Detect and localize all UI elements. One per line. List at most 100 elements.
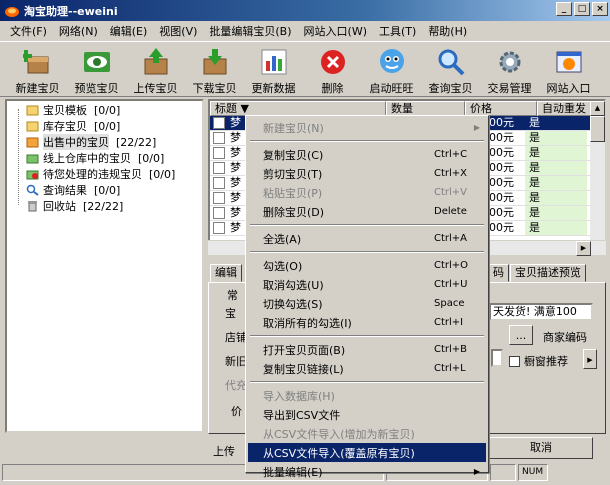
row-checkbox[interactable] [213,207,225,219]
context-menu-item: 从CSV文件导入(增加为新宝贝) [248,424,486,443]
close-button[interactable]: × [592,2,608,16]
tree-item-violations[interactable]: 待您处理的违规宝贝 [0/0] [7,166,202,182]
row-checkbox[interactable] [213,177,225,189]
side-scroll-button[interactable]: ▶ [583,349,597,369]
context-menu-item[interactable]: 从CSV文件导入(覆盖原有宝贝) [248,443,486,462]
maximize-button[interactable]: □ [574,2,590,16]
col-quantity[interactable]: 数量 [386,101,465,116]
tree-item-count: [22/22] [83,199,124,213]
row-checkbox[interactable] [213,147,225,159]
tree-item-query-results[interactable]: 查询结果 [0/0] [7,182,202,198]
menu-tools[interactable]: 工具(T) [373,23,422,39]
menu-item-label: 全选(A) [263,232,302,246]
menu-item-label: 从CSV文件导入(增加为新宝贝) [263,427,415,441]
tree-item-templates[interactable]: 宝贝模板 [0/0] [7,102,202,118]
menu-bar: 文件(F) 网络(N) 编辑(E) 视图(V) 批量编辑宝贝(B) 网站入口(W… [0,21,610,40]
col-auto-relist[interactable]: 自动重发 [537,101,594,116]
trade-manage-button[interactable]: 交易管理 [480,42,539,96]
preview-eye-icon [81,46,113,78]
template-folder-icon [25,104,39,117]
menu-edit[interactable]: 编辑(E) [104,23,154,39]
context-menu-item[interactable]: 复制宝贝(C) Ctrl+C [248,145,486,164]
context-menu-item[interactable]: 取消勾选(U) Ctrl+U [248,275,486,294]
category-tree[interactable]: 宝贝模板 [0/0] 库存宝贝 [0/0] 出售中的宝贝 [22/22] 线上仓… [5,99,204,433]
query-item-button[interactable]: 查询宝贝 [421,42,480,96]
delete-label: 删除 [321,82,344,95]
menu-item-label: 复制宝贝链接(L) [263,362,344,376]
tree-item-online-warehouse[interactable]: 线上仓库中的宝贝 [0/0] [7,150,202,166]
new-item-button[interactable]: 新建宝贝 [8,42,67,96]
context-menu-item[interactable]: 切换勾选(S) Space [248,294,486,313]
context-menu-item[interactable]: 全选(A) Ctrl+A [248,229,486,248]
title-input[interactable]: 天发货! 满意100 [489,303,593,321]
menu-network[interactable]: 网络(N) [53,23,104,39]
context-menu-item[interactable]: 勾选(O) Ctrl+O [248,256,486,275]
menu-separator [248,221,486,229]
menu-file[interactable]: 文件(F) [4,23,53,39]
preview-item-button[interactable]: 预览宝贝 [67,42,126,96]
tab-description-preview[interactable]: 宝贝描述预览 [510,264,586,282]
status-caps [490,464,516,481]
context-menu-item[interactable]: 剪切宝贝(T) Ctrl+X [248,164,486,183]
row-checkbox[interactable] [213,162,225,174]
field-shop-label: 店铺 [225,331,247,344]
window-recommend-label: 橱窗推荐 [524,355,568,368]
wangwang-icon [376,46,408,78]
update-data-button[interactable]: 更新数据 [244,42,303,96]
col-price[interactable]: 价格 [465,101,537,116]
download-item-button[interactable]: 下载宝贝 [185,42,244,96]
menu-item-shortcut: Ctrl+I [434,317,464,328]
menu-item-shortcut: Ctrl+B [434,344,468,355]
context-menu-item[interactable]: 取消所有的勾选(I) Ctrl+I [248,313,486,332]
cancel-button[interactable]: 取消 [489,437,593,459]
download-item-label: 下载宝贝 [192,82,237,95]
shop-browse-button[interactable]: ... [509,325,533,345]
context-menu-item[interactable]: 复制宝贝链接(L) Ctrl+L [248,359,486,378]
menu-help[interactable]: 帮助(H) [422,23,473,39]
context-menu-item[interactable]: 批量编辑(E) ▶ [248,462,486,481]
minimize-button[interactable]: _ [556,2,572,16]
on-sale-folder-icon [25,136,39,149]
menu-separator [248,378,486,386]
scroll-up-button[interactable]: ▲ [590,101,605,116]
scroll-thumb[interactable] [590,116,605,142]
tree-item-count: [22/22] [116,135,157,149]
checkbox-box [509,356,520,367]
row-checkbox[interactable] [213,132,225,144]
delete-button[interactable]: 删除 [303,42,362,96]
upload-item-button[interactable]: 上传宝贝 [126,42,185,96]
row-checkbox[interactable] [213,222,225,234]
window-recommend-checkbox[interactable]: 橱窗推荐 [509,353,568,369]
menu-batch-edit[interactable]: 批量编辑宝贝(B) [203,23,297,39]
tree-item-recycle-bin[interactable]: 回收站 [22/22] [7,198,202,214]
tab-code[interactable]: 码 [488,264,509,282]
context-menu-item[interactable]: 打开宝贝页面(B) Ctrl+B [248,340,486,359]
row-checkbox[interactable] [213,192,225,204]
row-checkbox[interactable] [213,117,225,129]
condition-select[interactable] [491,349,503,367]
tree-item-count: [0/0] [149,167,176,181]
menu-website[interactable]: 网站入口(W) [298,23,373,39]
scroll-right-button[interactable]: ▶ [576,241,591,256]
menu-item-shortcut: Ctrl+X [434,168,468,179]
grid-vertical-scrollbar[interactable]: ▲ [590,101,605,240]
start-wangwang-button[interactable]: 启动旺旺 [362,42,421,96]
tree-item-stock[interactable]: 库存宝贝 [0/0] [7,118,202,134]
query-item-label: 查询宝贝 [428,82,473,95]
context-menu-item[interactable]: 删除宝贝(D) Delete [248,202,486,221]
col-title-label: 标题 [215,102,237,115]
context-menu-item[interactable]: 导出到CSV文件 [248,405,486,424]
taobao-logo-icon [5,6,19,17]
website-entry-button[interactable]: 网站入口 [539,42,598,96]
col-title[interactable]: 标题 ▼ [210,101,386,116]
new-item-label: 新建宝贝 [15,82,60,95]
context-menu: 新建宝贝(N) ▶ 复制宝贝(C) Ctrl+C 剪切宝贝(T) Ctrl+X 粘贴宝贝(P… [245,115,489,479]
recycle-bin-icon [25,200,39,213]
tab-edit[interactable]: 编辑 [210,264,242,282]
menu-separator [248,248,486,256]
title-bar: 淘宝助理--eweini _ □ × [0,0,610,21]
status-num: NUM [518,464,548,481]
tree-item-on-sale[interactable]: 出售中的宝贝 [22/22] [7,134,202,150]
menu-view[interactable]: 视图(V) [153,23,203,39]
menu-item-shortcut: Ctrl+L [434,363,466,374]
